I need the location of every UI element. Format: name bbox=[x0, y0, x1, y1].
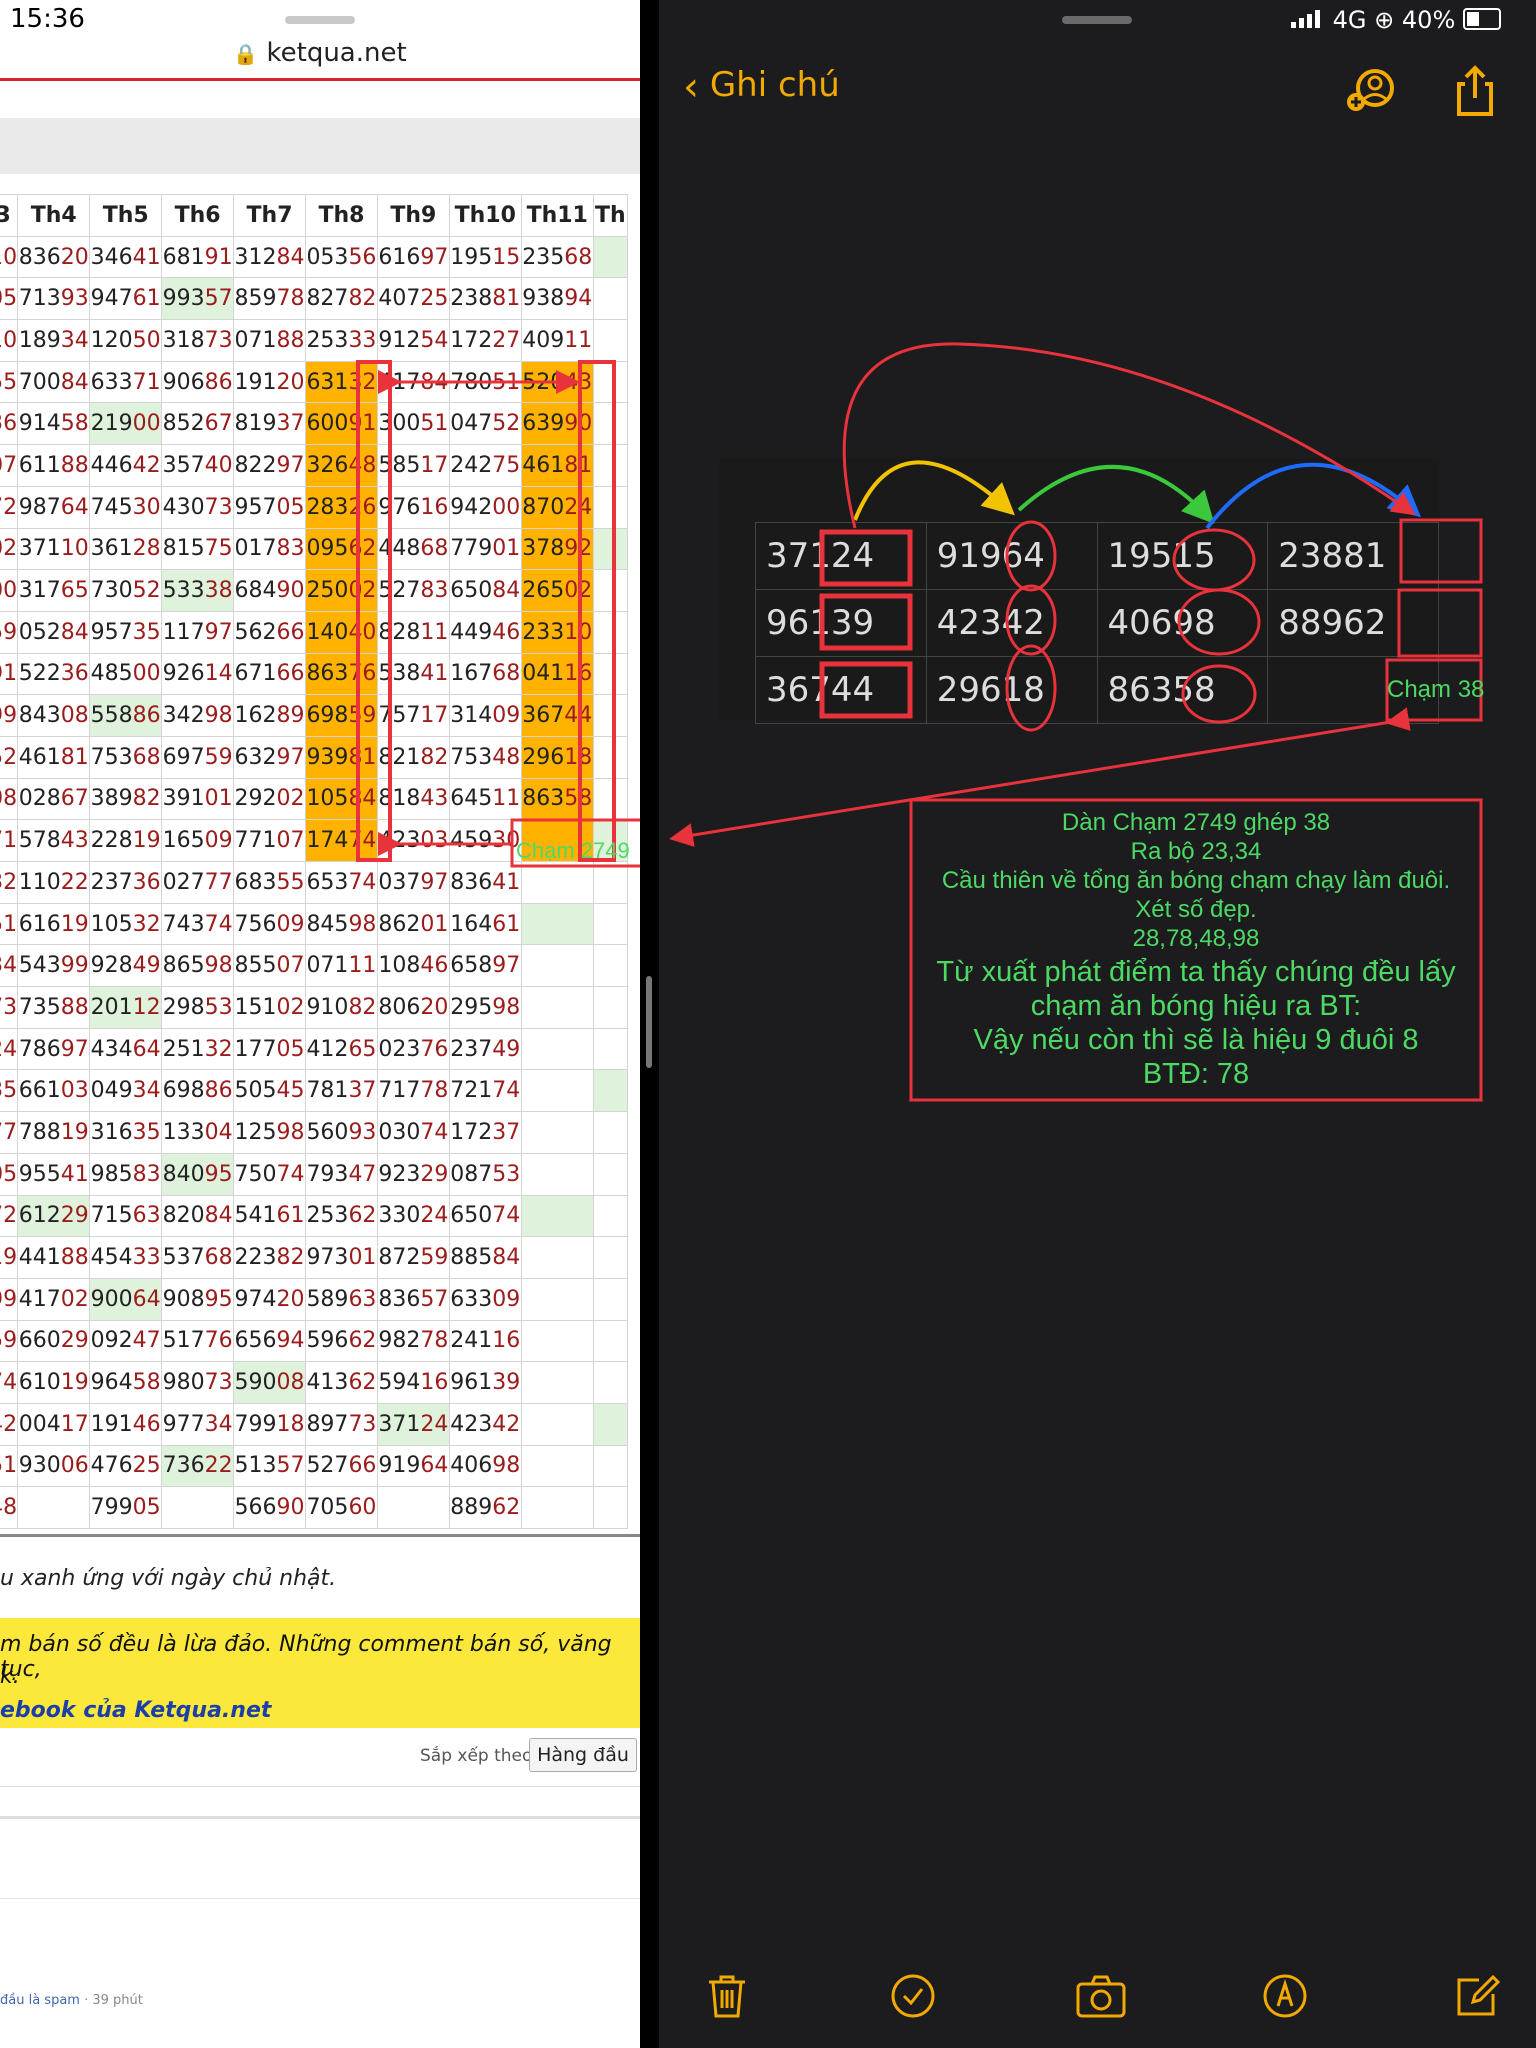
box-line-2: Ra bộ 23,34 bbox=[1130, 838, 1262, 865]
yellow-arrow bbox=[853, 460, 1015, 521]
split-handle[interactable] bbox=[646, 976, 652, 1068]
red-arc-arrow bbox=[842, 342, 1416, 529]
table-annotation-overlay bbox=[356, 360, 640, 868]
box-line-9: BTĐ: 78 bbox=[1142, 1058, 1250, 1090]
checklist-icon[interactable] bbox=[889, 1972, 937, 2020]
th11-tail-box bbox=[578, 360, 616, 862]
cham-2749-label: Chạm 2749 bbox=[516, 838, 630, 863]
box-line-7: chạm ăn bóng hiệu ra BT: bbox=[1030, 990, 1362, 1022]
camera-icon[interactable] bbox=[1075, 1972, 1126, 2020]
compose-icon[interactable] bbox=[1453, 1972, 1501, 2020]
box-line-1: Dàn Chạm 2749 ghép 38 bbox=[1061, 809, 1331, 836]
explanation-box: Dàn Chạm 2749 ghép 38 Ra bộ 23,34 Cầu th… bbox=[913, 808, 1479, 1091]
box-line-3: Cầu thiên về tổng ăn bóng chạm chạy làm … bbox=[941, 867, 1451, 894]
browser-pane: 15:36 🔒 ketqua.net 3Th4Th5Th6Th7Th8Th9Th… bbox=[0, 0, 640, 2048]
notes-pane: 4G ⊕ 40% ‹ Ghi chú 37124 91964 19515 23881 9… bbox=[659, 0, 1536, 2048]
th8-tail-box bbox=[356, 360, 392, 862]
cham-38-label: Chạm 38 bbox=[1387, 676, 1485, 703]
box-line-8: Vậy nếu còn thì sẽ là hiệu 9 đuôi 8 bbox=[973, 1024, 1419, 1056]
markup-pen-icon[interactable] bbox=[1261, 1972, 1309, 2020]
green-arrow bbox=[1017, 465, 1215, 524]
box-line-5: 28,78,48,98 bbox=[1132, 925, 1260, 952]
box-line-6: Từ xuất phát điểm ta thấy chúng đều lấy bbox=[936, 956, 1456, 988]
blue-arrow bbox=[1205, 462, 1422, 530]
trash-icon[interactable] bbox=[703, 1972, 751, 2020]
box-line-4: Xét số đẹp. bbox=[1135, 896, 1257, 923]
